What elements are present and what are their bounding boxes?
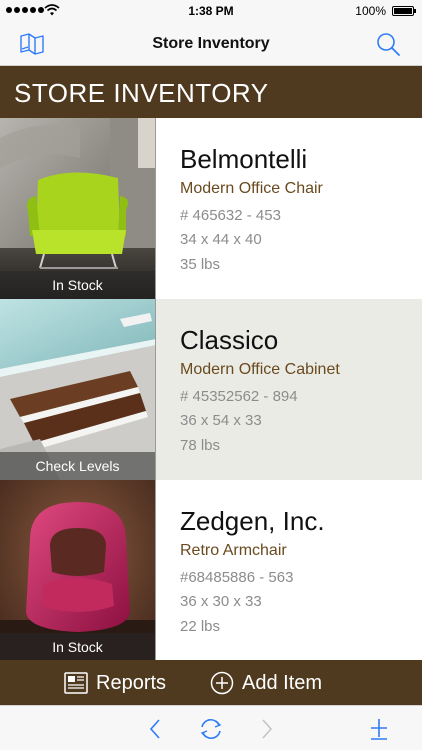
inventory-list: In Stock Belmontelli Modern Office Chair… [0, 118, 422, 661]
inventory-row[interactable]: In Stock Belmontelli Modern Office Chair… [0, 118, 422, 299]
search-button[interactable] [374, 31, 402, 57]
item-sku: # 45352562 - 894 [180, 388, 298, 405]
item-dimensions: 36 x 54 x 33 [180, 412, 262, 429]
item-sku: # 465632 - 453 [180, 207, 281, 224]
item-photo: Check Levels [0, 299, 156, 480]
plus-circle-icon [210, 671, 234, 695]
battery-icon [392, 6, 416, 16]
battery-percentage: 100% [355, 4, 386, 18]
inventory-row[interactable]: Check Levels Classico Modern Office Cabi… [0, 299, 422, 480]
bottom-browser-bar [0, 705, 422, 750]
item-weight: 78 lbs [180, 437, 221, 454]
item-model: Modern Office Chair [180, 180, 323, 197]
plus-icon [371, 719, 387, 740]
reports-icon [64, 672, 88, 694]
add-item-label: Add Item [242, 671, 323, 694]
chevron-right-icon [262, 719, 273, 739]
item-name: Classico [180, 325, 279, 355]
section-title: STORE INVENTORY [14, 78, 269, 108]
item-weight: 22 lbs [180, 618, 221, 635]
item-dimensions: 34 x 44 x 40 [180, 231, 262, 248]
action-toolbar: Reports Add Item [0, 660, 422, 705]
stock-status-label: Check Levels [0, 452, 155, 480]
nav-title: Store Inventory [152, 35, 270, 52]
item-dimensions: 36 x 30 x 33 [180, 593, 262, 610]
stock-status-label: In Stock [0, 633, 155, 661]
chevron-left-icon [149, 719, 160, 739]
add-button[interactable] [366, 716, 392, 742]
add-item-button[interactable]: Add Item [210, 668, 322, 698]
item-name: Zedgen, Inc. [180, 506, 325, 536]
back-button[interactable] [143, 716, 169, 742]
refresh-button[interactable] [198, 716, 224, 742]
item-model: Modern Office Cabinet [180, 361, 340, 378]
item-weight: 35 lbs [180, 256, 221, 273]
reports-button[interactable]: Reports [64, 668, 166, 698]
item-photo: In Stock [0, 118, 156, 299]
item-name: Belmontelli [180, 144, 308, 174]
section-header: STORE INVENTORY [0, 66, 422, 118]
inventory-row[interactable]: In Stock Zedgen, Inc. Retro Armchair #68… [0, 480, 422, 661]
forward-button[interactable] [253, 716, 279, 742]
search-icon [377, 33, 400, 56]
item-photo: In Stock [0, 480, 156, 661]
item-model: Retro Armchair [180, 542, 287, 559]
item-sku: #68485886 - 563 [180, 569, 294, 586]
stock-status-label: In Stock [0, 271, 155, 299]
reports-label: Reports [96, 671, 167, 694]
refresh-icon [200, 719, 222, 739]
navigation-bar: Store Inventory [0, 22, 422, 66]
status-bar: 1:38 PM 100% [0, 0, 422, 22]
